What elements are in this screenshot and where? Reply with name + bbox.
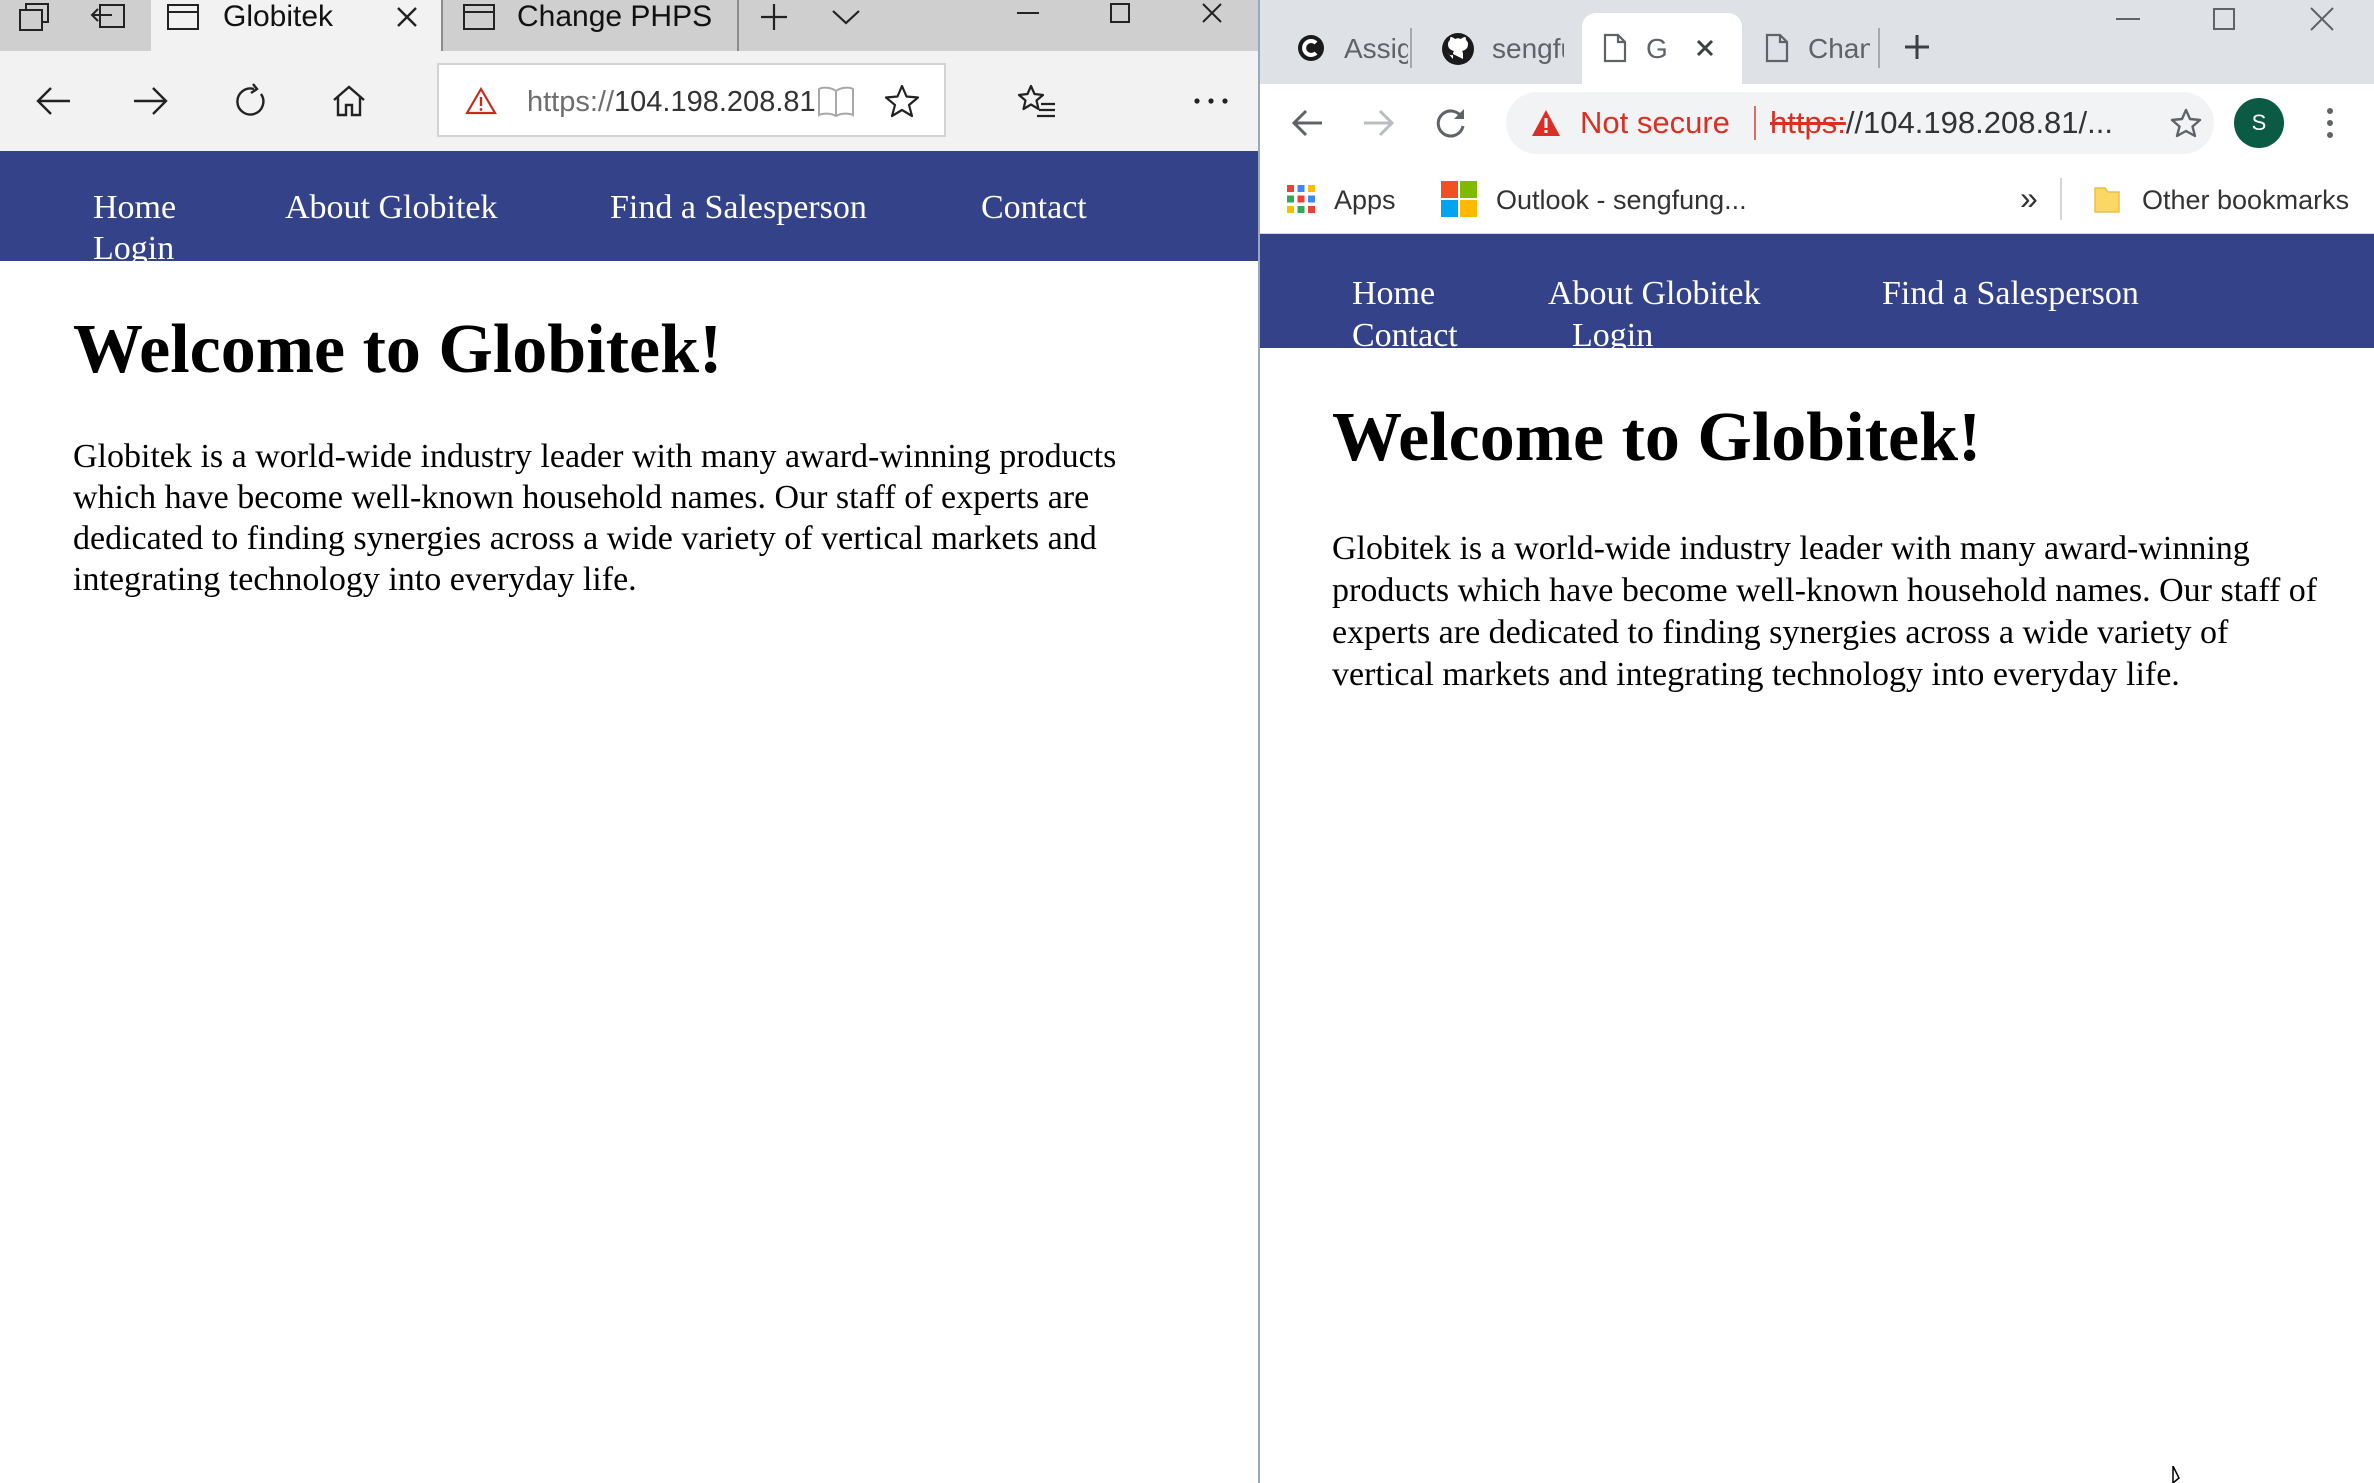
site-navbar: Home About Globitek Find a Salesperson C…	[0, 151, 1258, 267]
bookmark-other-folder[interactable]: Other bookmarks	[2090, 180, 2360, 220]
site-navbar: Home About Globitek Find a Salesperson C…	[1260, 234, 2374, 354]
forward-arrow-icon[interactable]	[1356, 100, 1402, 146]
folder-icon	[2090, 182, 2124, 216]
page-title: Welcome to Globitek!	[73, 311, 723, 388]
tab-divider	[1410, 28, 1412, 68]
page-tab-icon	[461, 0, 497, 34]
site-favicon-icon	[1294, 31, 1328, 65]
set-aside-tabs-icon[interactable]	[86, 0, 130, 34]
tab-divider	[737, 0, 739, 51]
bookmark-outlook[interactable]: Outlook - sengfung...	[1440, 180, 1800, 220]
chrome-tab-github[interactable]: sengfung	[1420, 13, 1580, 84]
bookmarks-bar: Apps Outlook - sengfung... » Other bookm…	[1260, 164, 2374, 234]
edge-browser-window: Globitek Change PHPSESSID	[0, 0, 1258, 1483]
tab-divider	[1878, 28, 1880, 68]
apps-grid-icon	[1284, 182, 1318, 216]
edge-address-bar[interactable]: https://104.198.208.81	[437, 63, 946, 137]
nav-link-find-salesperson[interactable]: Find a Salesperson	[610, 188, 867, 228]
bookmarks-overflow-button[interactable]: »	[2020, 182, 2038, 214]
edge-tab-change-phpsessid[interactable]: Change PHPSESSID	[445, 0, 737, 51]
chrome-menu-icon[interactable]	[2310, 98, 2350, 148]
more-options-icon[interactable]	[1186, 75, 1236, 127]
reading-view-icon[interactable]	[815, 81, 857, 121]
profile-initial: S	[2251, 110, 2267, 135]
tab-title: Change PHPSESSID	[517, 0, 713, 33]
tab-title: Assignment	[1344, 33, 1408, 64]
forward-arrow-icon[interactable]	[128, 75, 174, 127]
new-tab-icon[interactable]	[1894, 24, 1940, 70]
tab-title: Globitek	[1646, 33, 1666, 64]
maximize-icon[interactable]	[2202, 2, 2246, 36]
nav-link-login[interactable]: Login	[1572, 316, 1653, 356]
close-window-icon[interactable]	[2300, 2, 2344, 36]
bookmarks-divider	[2060, 178, 2062, 220]
security-warning-icon[interactable]	[463, 83, 499, 119]
tab-title: sengfung	[1492, 33, 1564, 64]
minimize-icon[interactable]	[2106, 2, 2150, 36]
close-tab-icon[interactable]	[1688, 31, 1722, 65]
chrome-tab-strip: Assignment sengfung Globitek Change	[1260, 0, 2374, 84]
maximize-icon[interactable]	[1098, 0, 1142, 26]
nav-link-home[interactable]: Home	[93, 188, 176, 228]
back-arrow-icon[interactable]	[30, 75, 76, 127]
refresh-icon[interactable]	[227, 75, 273, 127]
chrome-tab-assignment[interactable]: Assignment	[1268, 13, 1428, 84]
close-tab-icon[interactable]	[387, 0, 427, 34]
nav-link-contact[interactable]: Contact	[1352, 316, 1458, 356]
tab-title: Change	[1808, 33, 1870, 64]
close-window-icon[interactable]	[1190, 0, 1234, 26]
not-secure-label[interactable]: Not secure	[1580, 105, 1730, 141]
document-icon	[1762, 31, 1792, 65]
page-title: Welcome to Globitek!	[1332, 399, 1982, 476]
mouse-cursor-icon	[2168, 1466, 2192, 1483]
chrome-tab-change[interactable]: Change	[1744, 13, 1894, 84]
edge-tab-strip: Globitek Change PHPSESSID	[0, 0, 1258, 51]
refresh-icon[interactable]	[1428, 100, 1474, 146]
nav-link-home[interactable]: Home	[1352, 274, 1435, 314]
address-url: https://104.198.208.81/...	[1770, 105, 2113, 140]
edge-tab-globitek[interactable]: Globitek	[151, 0, 441, 51]
minimize-icon[interactable]	[1006, 0, 1050, 26]
profile-avatar[interactable]: S	[2234, 98, 2284, 148]
not-secure-warning-icon[interactable]	[1528, 105, 1564, 141]
microsoft-logo-icon	[1440, 180, 1478, 218]
tab-divider	[441, 0, 443, 51]
nav-link-about[interactable]: About Globitek	[285, 188, 497, 228]
document-icon	[1600, 31, 1630, 65]
tab-list-chevron-down-icon[interactable]	[824, 0, 868, 34]
bookmark-label: Apps	[1334, 185, 1396, 215]
bookmark-star-icon[interactable]	[2166, 103, 2206, 143]
page-tab-icon	[165, 0, 201, 34]
bookmark-apps[interactable]: Apps	[1284, 180, 1424, 220]
chrome-tab-globitek-active[interactable]: Globitek	[1582, 13, 1742, 84]
home-icon[interactable]	[326, 75, 372, 127]
nav-link-contact[interactable]: Contact	[981, 188, 1087, 228]
chrome-browser-window: Assignment sengfung Globitek Change	[1258, 0, 2374, 1483]
new-tab-icon[interactable]	[752, 0, 796, 34]
github-icon	[1440, 31, 1476, 67]
bookmark-label: Other bookmarks	[2142, 185, 2350, 215]
back-arrow-icon[interactable]	[1284, 100, 1330, 146]
bookmark-label: Outlook - sengfung...	[1496, 185, 1747, 215]
tab-overview-icon[interactable]	[12, 0, 56, 34]
chrome-omnibox[interactable]: Not secure https://104.198.208.81/...	[1506, 92, 2214, 154]
nav-link-find-salesperson[interactable]: Find a Salesperson	[1882, 274, 2139, 314]
favorite-star-icon[interactable]	[881, 81, 923, 121]
intro-paragraph: Globitek is a world-wide industry leader…	[73, 438, 1117, 598]
favorites-hub-icon[interactable]	[1012, 75, 1062, 127]
nav-link-about[interactable]: About Globitek	[1548, 274, 1760, 314]
nav-link-login[interactable]: Login	[93, 229, 174, 269]
omnibox-divider	[1754, 106, 1756, 140]
intro-paragraph: Globitek is a world-wide industry leader…	[1332, 530, 2318, 693]
tab-title: Globitek	[223, 0, 334, 33]
